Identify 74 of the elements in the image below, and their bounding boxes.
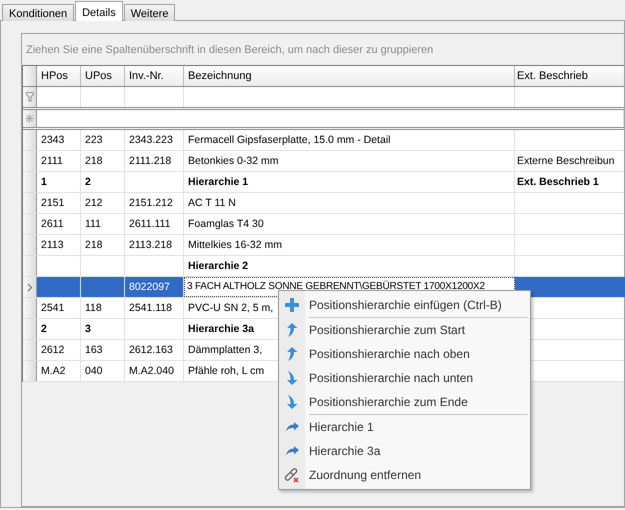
tab[interactable]: Konditionen (2, 4, 74, 21)
broken-link-icon (284, 467, 300, 483)
curved-arrow-icon (286, 422, 298, 432)
table-cell: AC T 11 N (184, 193, 515, 213)
column-header[interactable]: Ext. Beschrieb (515, 66, 625, 86)
row-indicator[interactable] (23, 151, 37, 171)
table-cell: Betonkies 0-32 mm (184, 151, 515, 171)
table-cell: Mittelkies 16-32 mm (184, 235, 515, 255)
row-indicator[interactable] (23, 256, 37, 276)
current-row-icon (26, 282, 32, 292)
table-cell: 2343.223 (125, 130, 184, 150)
table-cell: 163 (81, 340, 125, 360)
table-cell: 2111 (37, 151, 81, 171)
table-cell: 1 (37, 172, 81, 192)
table-cell: 2 (81, 172, 125, 192)
table-cell: 111 (81, 214, 125, 234)
row-indicator[interactable] (23, 214, 37, 234)
asterisk-icon (25, 114, 34, 123)
column-header[interactable]: UPos (81, 66, 125, 86)
table-cell: 223 (81, 130, 125, 150)
curved-arrow-icon (286, 446, 298, 456)
table-cell: Externe Beschreibun (515, 151, 625, 171)
column-header[interactable]: HPos (37, 66, 81, 86)
menu-item[interactable]: Positionshierarchie zum Ende (279, 390, 530, 414)
row-indicator[interactable] (23, 361, 37, 381)
table-cell: 218 (81, 235, 125, 255)
table-cell: Ext. Beschrieb 1 (515, 172, 625, 192)
plus-icon (285, 298, 299, 312)
table-cell: 2611.111 (125, 214, 184, 234)
menu-item[interactable]: Hierarchie 3a (279, 439, 530, 463)
table-cell: 3 (81, 319, 125, 339)
table-cell: 2113.218 (125, 235, 184, 255)
table-cell: 2111.218 (125, 151, 184, 171)
table-cell: 2151 (37, 193, 81, 213)
table-cell: 118 (81, 298, 125, 318)
column-header[interactable]: Inv.-Nr. (125, 66, 184, 86)
row-indicator[interactable] (23, 235, 37, 255)
menu-item[interactable]: Zuordnung entfernen (279, 463, 530, 487)
down-arrow-icon (286, 395, 298, 409)
table-cell: 2541 (37, 298, 81, 318)
table-cell: M.A2.040 (125, 361, 184, 381)
up-arrow-icon (286, 323, 298, 337)
table-cell: 218 (81, 151, 125, 171)
row-indicator[interactable] (23, 193, 37, 213)
table-cell: 212 (81, 193, 125, 213)
filter-icon (26, 92, 34, 102)
table-cell: 2541.118 (125, 298, 184, 318)
table-cell: 2 (37, 319, 81, 339)
row-indicator[interactable] (23, 298, 37, 318)
table-cell: 2151.212 (125, 193, 184, 213)
row-indicator[interactable] (23, 130, 37, 150)
table-cell: 8022097 (125, 277, 184, 297)
column-header[interactable]: Bezeichnung (184, 66, 515, 86)
table-cell: Foamglas T4 30 (184, 214, 515, 234)
table-cell: 2113 (37, 235, 81, 255)
table-cell: Fermacell Gipsfaserplatte, 15.0 mm - Detail (184, 130, 515, 150)
up-arrow-icon (286, 347, 298, 361)
row-indicator[interactable] (23, 277, 37, 297)
down-arrow-icon (286, 371, 298, 385)
group-by-hint: Ziehen Sie eine Spaltenüberschrift in diesen Bereich, um nach dieser zu gruppieren (25, 43, 434, 58)
row-indicator[interactable] (23, 172, 37, 192)
tab[interactable]: Weitere (124, 4, 176, 21)
table-cell: Hierarchie 1 (184, 172, 515, 192)
table-cell: Hierarchie 2 (184, 256, 515, 276)
menu-item[interactable]: Hierarchie 1 (279, 415, 530, 439)
row-indicator[interactable] (23, 340, 37, 360)
table-cell: 2612 (37, 340, 81, 360)
row-indicator[interactable] (23, 319, 37, 339)
table-cell: M.A2 (37, 361, 81, 381)
table-cell: 2611 (37, 214, 81, 234)
tab[interactable]: Details (75, 1, 123, 21)
table-cell: 2612.163 (125, 340, 184, 360)
table-cell: 2343 (37, 130, 81, 150)
table-cell: 040 (81, 361, 125, 381)
